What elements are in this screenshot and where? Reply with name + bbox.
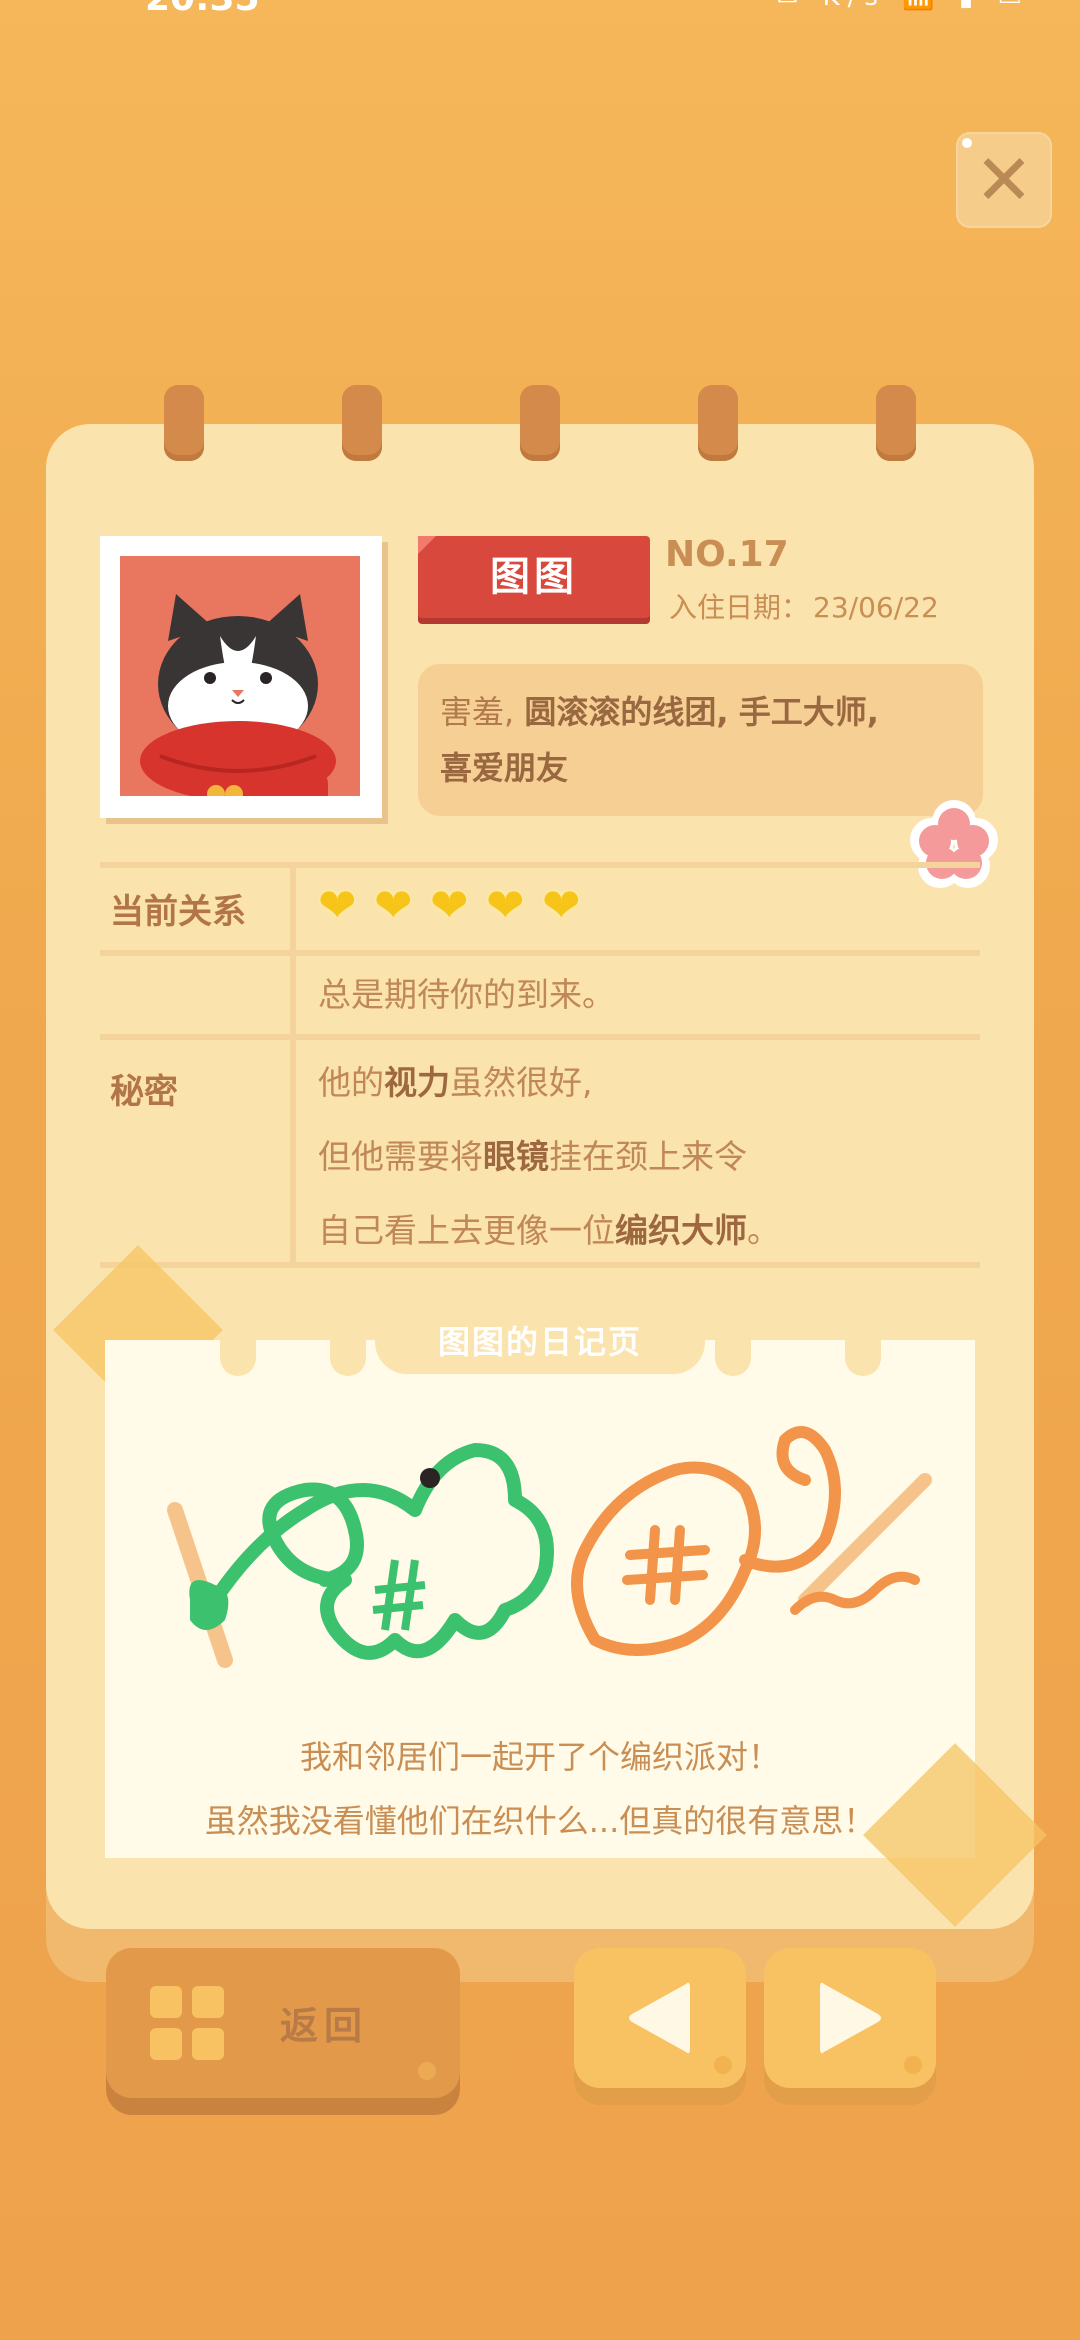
knitting-drawing: [167, 1426, 932, 1668]
grid-icon: [150, 1986, 224, 2060]
close-icon: ✕: [974, 139, 1034, 221]
secret-line-3: 自己看上去更像一位编织大师。: [318, 1194, 780, 1268]
paper-notch: [220, 1340, 256, 1376]
flower-sticker: [910, 800, 998, 888]
back-label: 返回: [280, 2004, 369, 2048]
secret-text: 挂在颈上来令: [549, 1137, 747, 1176]
status-time: 20:35: [145, 0, 260, 19]
resident-photo: [100, 536, 382, 818]
cat-portrait: [120, 556, 360, 796]
table-divider: [100, 1034, 980, 1040]
binder-ring: [342, 385, 382, 461]
button-dot: [714, 2056, 732, 2074]
secret-text: 但他需要将: [318, 1137, 483, 1176]
secret-text: 他的: [318, 1063, 384, 1102]
name-tag: 图图: [418, 536, 650, 618]
status-bar: 20:35 ⋯ ✉ K/s 📶 ▮ ▭: [0, 0, 1080, 30]
checkin-date: 入住日期： 23/06/22: [665, 586, 939, 626]
diary-line-1: 我和邻居们一起开了个编织派对！: [299, 1738, 780, 1776]
trait: 害羞,: [440, 693, 515, 731]
secret-line-1: 他的视力虽然很好,: [318, 1046, 593, 1120]
status-icons: ⋯ ✉ K/s 📶 ▮ ▭: [726, 0, 1030, 12]
diary-title: 图图的日记页: [437, 1323, 642, 1361]
paper-notch: [715, 1340, 751, 1376]
secret-text: 。: [747, 1211, 780, 1250]
binder-ring: [520, 385, 560, 461]
relationship-note: 总是期待你的到来。: [318, 975, 615, 1014]
secret-keyword: 眼镜: [483, 1137, 549, 1176]
heart-icon: ❤: [486, 878, 525, 932]
relationship-label: 当前关系: [110, 892, 246, 932]
button-dot: [904, 2056, 922, 2074]
trait: 手工大师,: [738, 693, 879, 731]
secret-keyword: 视力: [384, 1063, 450, 1102]
checkin-value: 23/06/22: [813, 591, 939, 624]
heart-icon: ❤: [430, 878, 469, 932]
secret-keyword: 编织大师: [615, 1211, 747, 1250]
heart-icon: ❤: [542, 878, 581, 932]
binder-ring: [698, 385, 738, 461]
prev-button[interactable]: [574, 1948, 746, 2088]
binder-ring: [876, 385, 916, 461]
binder-ring: [164, 385, 204, 461]
table-column-divider: [290, 868, 296, 1262]
resident-name: 图图: [490, 554, 578, 600]
paper-notch: [845, 1340, 881, 1376]
trait: 喜爱朋友: [440, 749, 569, 787]
paper-notch: [330, 1340, 366, 1376]
secret-line-2: 但他需要将眼镜挂在颈上来令: [318, 1120, 747, 1194]
next-button[interactable]: [764, 1948, 936, 2088]
secret-text: 自己看上去更像一位: [318, 1211, 615, 1250]
traits-text: 害羞, 圆滚滚的线团, 手工大师, 喜爱朋友: [440, 684, 970, 796]
heart-icon: ❤: [318, 878, 357, 932]
secret-text: 虽然很好,: [450, 1063, 593, 1102]
heart-icon: ❤: [374, 878, 413, 932]
secret-label: 秘密: [110, 1072, 178, 1112]
checkin-label: 入住日期：: [669, 591, 810, 624]
diary-line-2: 虽然我没看懂他们在织什么...但真的很有意思！: [204, 1802, 876, 1840]
table-divider: [100, 862, 980, 868]
traits-box: 害羞, 圆滚滚的线团, 手工大师, 喜爱朋友: [418, 664, 983, 816]
table-divider: [100, 950, 980, 956]
close-button[interactable]: ✕: [956, 132, 1052, 228]
trait: 圆滚滚的线团,: [524, 693, 729, 731]
diary-page: [105, 1340, 975, 1858]
resident-number: NO.17: [665, 534, 789, 575]
button-dot: [418, 2062, 436, 2080]
